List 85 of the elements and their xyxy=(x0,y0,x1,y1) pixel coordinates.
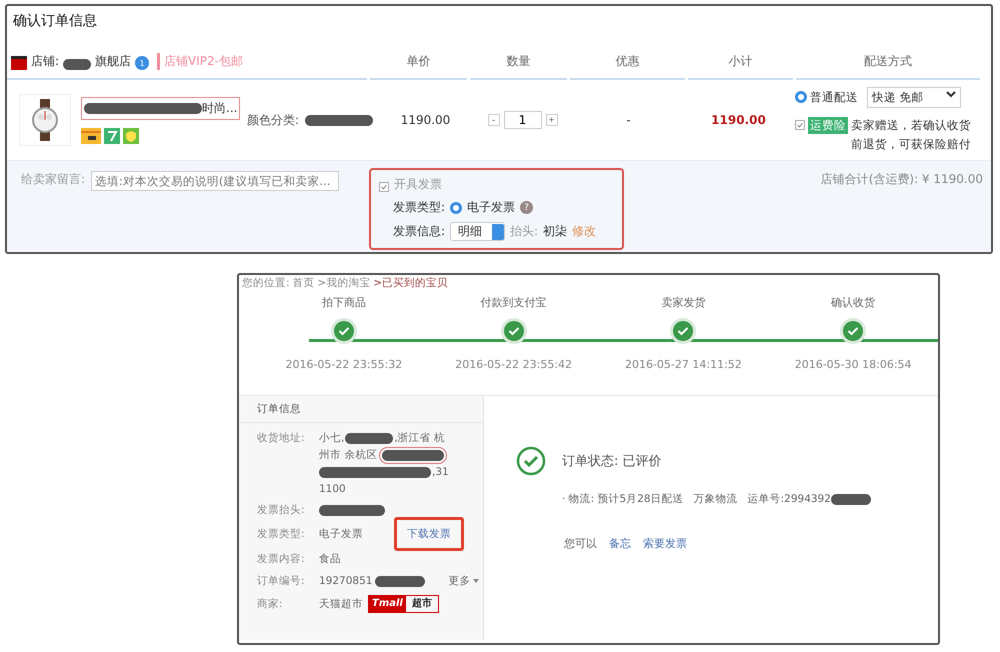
column-header: 数量 xyxy=(470,53,567,80)
checkbox[interactable] xyxy=(795,120,805,130)
radio-button[interactable] xyxy=(450,202,462,214)
message-field[interactable]: 选填:对本次交易的说明(建议填写已和卖家... xyxy=(91,171,340,191)
address-text: 小七, xyxy=(319,431,344,446)
breadcrumb-link[interactable]: >已买到的宝贝 xyxy=(373,276,448,290)
insurance-tag: 运费险 xyxy=(808,116,848,134)
breadcrumb-link[interactable]: 首页 xyxy=(292,276,315,290)
column-header: 优惠 xyxy=(570,53,685,80)
redaction-mark xyxy=(375,576,426,586)
section-title: 订单信息 xyxy=(239,396,483,423)
shield-icon xyxy=(123,128,139,144)
step-label: 卖家发货 xyxy=(661,295,706,310)
spec-label: 颜色分类: xyxy=(247,112,300,128)
redaction-mark xyxy=(319,504,385,516)
step-label: 付款到支付宝 xyxy=(480,295,547,310)
field-value: 天猫超市 xyxy=(319,597,363,612)
field-value: 19270851 xyxy=(319,574,372,589)
insurance-text: 卖家赠送，若确认收货前退货，可获保险赔付 xyxy=(851,116,972,152)
field-value: 电子发票 xyxy=(319,527,363,542)
redaction-mark xyxy=(830,494,871,504)
page-title: 确认订单信息 xyxy=(12,12,98,31)
help-icon[interactable]: ? xyxy=(520,201,534,214)
seller-logo: Tmall 超市 xyxy=(368,595,439,613)
field-label: 发票类型: xyxy=(257,527,306,541)
product-title[interactable]: 时尚... xyxy=(202,100,238,116)
seven-day-icon xyxy=(104,128,120,144)
breadcrumb-label: 您的位置: xyxy=(242,276,290,290)
shipping-dropdown[interactable]: 快递 免邮 xyxy=(867,86,961,108)
header-value: 初柒 xyxy=(543,223,568,240)
field-label: 商家: xyxy=(257,597,284,611)
header-label: 抬头: xyxy=(510,223,538,240)
logistics-text: · 物流: 预计5月28日配送 万象物流 运单号:2994392 xyxy=(562,492,831,506)
increase-button[interactable]: + xyxy=(546,114,558,126)
step-label: 确认收货 xyxy=(831,295,876,310)
shop-label: 店铺: xyxy=(31,53,60,70)
invoice-info-select[interactable]: 明细 xyxy=(450,222,506,241)
field-label: 收货地址: xyxy=(257,431,306,445)
redaction-mark xyxy=(63,59,92,70)
step-time: 2016-05-27 14:11:52 xyxy=(624,358,742,371)
quantity-field[interactable]: 1 xyxy=(504,111,542,129)
address-text: 1100 xyxy=(319,482,346,497)
subtotal-value: 1190.00 xyxy=(710,113,767,127)
order-status: 订单状态: 已评价 xyxy=(562,453,662,470)
caret-icon xyxy=(473,579,480,583)
field-value: 食品 xyxy=(319,552,341,567)
message-label: 给卖家留言: xyxy=(21,171,86,188)
actions-label: 您可以 xyxy=(564,536,597,551)
invoice-info-label: 发票信息: xyxy=(393,223,446,240)
check-icon xyxy=(516,446,546,476)
redaction-mark xyxy=(345,433,394,444)
column-header: 小计 xyxy=(688,53,793,80)
invoice-type-option[interactable]: 电子发票 xyxy=(467,199,516,216)
address-text: ,31 xyxy=(432,465,449,480)
shop-logo xyxy=(11,56,27,70)
shop-total: 店铺合计(含运费): ¥ 1190.00 xyxy=(820,171,984,188)
breadcrumb-link[interactable]: >我的淘宝 xyxy=(318,276,370,290)
field-label: 发票内容: xyxy=(257,552,306,566)
address-text: 州市 余杭区 xyxy=(319,448,378,463)
step-time: 2016-05-30 18:06:54 xyxy=(794,358,912,371)
action-link[interactable]: 备忘 xyxy=(609,536,631,551)
discount-value: - xyxy=(625,113,632,127)
decrease-button[interactable]: - xyxy=(488,114,500,126)
step-time: 2016-05-22 23:55:42 xyxy=(455,358,572,371)
download-invoice-link[interactable]: 下载发票 xyxy=(394,517,464,551)
address-text: ,浙江省 杭 xyxy=(394,431,446,446)
shipping-option[interactable]: 普通配送 xyxy=(810,90,858,104)
field-label: 订单编号: xyxy=(257,574,306,588)
field-label: 发票抬头: xyxy=(257,503,306,517)
promo-tag: 店铺VIP2-包邮 xyxy=(157,53,243,70)
step-time: 2016-05-22 23:55:32 xyxy=(285,358,402,371)
more-link[interactable]: 更多 xyxy=(448,573,470,589)
checkbox[interactable] xyxy=(379,182,389,192)
redaction-mark xyxy=(305,114,374,126)
chevron-down-icon xyxy=(946,90,956,98)
unit-price: 1190.00 xyxy=(400,113,452,127)
action-link[interactable]: 索要发票 xyxy=(643,536,687,551)
chat-badge[interactable]: 1 xyxy=(135,56,150,70)
column-header: 单价 xyxy=(370,53,467,80)
step-label: 拍下商品 xyxy=(322,295,366,310)
column-header: 配送方式 xyxy=(796,53,980,80)
radio-button[interactable] xyxy=(795,91,807,103)
card-icon xyxy=(81,128,101,144)
invoice-type-label: 发票类型: xyxy=(393,199,446,216)
shop-name: 旗舰店 xyxy=(95,53,132,70)
